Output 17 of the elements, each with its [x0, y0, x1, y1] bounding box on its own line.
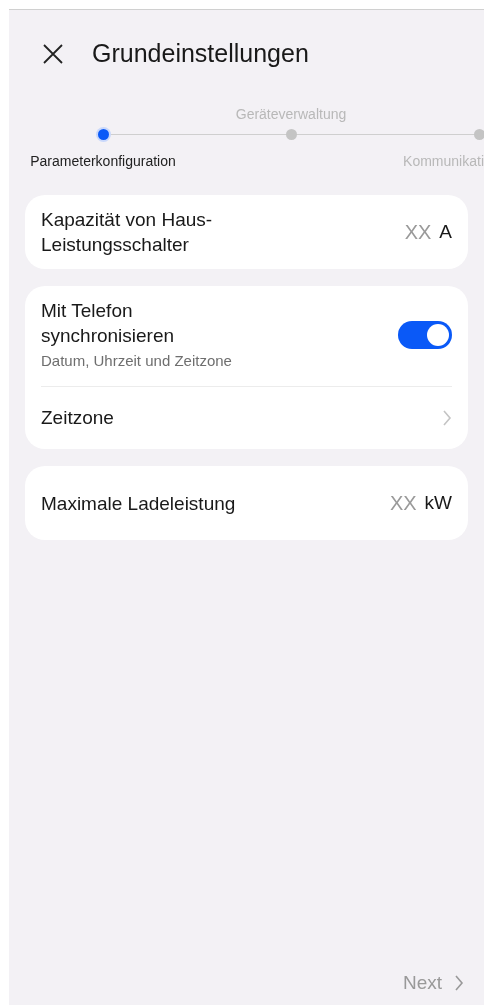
setting-label: Kapazität von Haus-Leistungsschalter: [41, 208, 214, 257]
toggle-switch[interactable]: [398, 321, 452, 349]
timezone-row[interactable]: Zeitzone: [25, 387, 468, 449]
close-icon[interactable]: [42, 43, 64, 65]
value-field[interactable]: XX: [356, 488, 417, 518]
chevron-right-icon: [442, 409, 452, 427]
value-field[interactable]: XX: [371, 217, 432, 247]
setting-description: Datum, Uhrzeit und Zeitzone: [41, 351, 233, 371]
unit-label: A: [439, 219, 452, 244]
step-label: Geräteverwaltung: [235, 105, 347, 124]
step-label: Parameterkonfiguration: [30, 152, 176, 171]
setting-label: Maximale Ladeleistung: [41, 491, 237, 516]
chevron-right-icon: [454, 973, 464, 992]
step-label: Kommunikati: [403, 152, 484, 171]
page-title: Grundeinstellungen: [92, 38, 309, 70]
unit-label: kW: [424, 490, 452, 515]
setting-label: Mit Telefon synchronisieren: [41, 299, 176, 348]
